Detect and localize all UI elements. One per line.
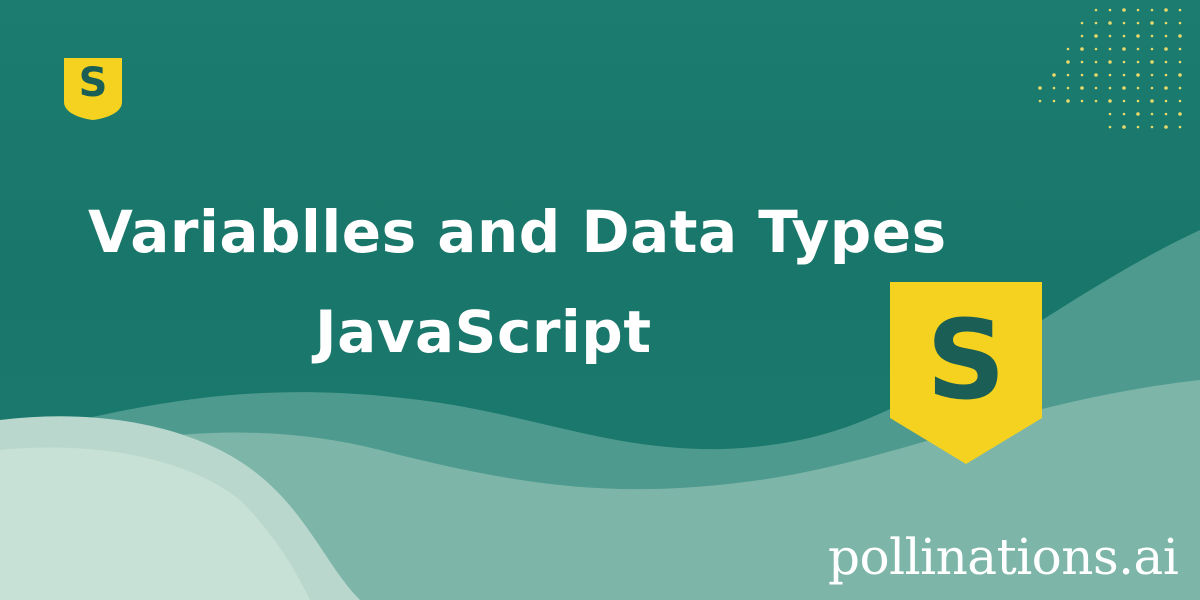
decor-dot bbox=[1108, 34, 1112, 38]
decor-dot bbox=[1122, 99, 1126, 103]
decor-dot bbox=[1122, 34, 1126, 38]
decor-dot bbox=[1164, 21, 1168, 25]
decor-dot bbox=[1066, 47, 1070, 51]
decor-dot bbox=[1178, 60, 1182, 64]
decor-dot bbox=[1122, 73, 1126, 77]
title-line-1: Variablles and Data Types bbox=[88, 198, 947, 266]
decor-dot bbox=[1108, 47, 1112, 51]
decor-dot bbox=[1122, 21, 1126, 25]
decor-dot bbox=[1080, 21, 1084, 25]
decor-dot bbox=[1178, 47, 1182, 51]
decor-dot bbox=[1108, 112, 1112, 116]
decor-dot bbox=[1136, 8, 1140, 12]
decor-dot bbox=[1136, 47, 1140, 51]
logo-small-letter: S bbox=[78, 60, 108, 106]
decor-dot bbox=[1080, 60, 1084, 64]
decor-dot bbox=[1052, 73, 1056, 77]
decor-dot bbox=[1066, 60, 1070, 64]
decor-dot bbox=[1108, 73, 1112, 77]
banner-canvas: S Variablles and Data Types JavaScript S… bbox=[0, 0, 1200, 600]
decor-dot bbox=[1122, 86, 1126, 90]
watermark-text: pollinations.ai bbox=[828, 528, 1179, 586]
decor-dot bbox=[1178, 34, 1182, 38]
decor-dot bbox=[1122, 125, 1126, 129]
decor-dot bbox=[1178, 112, 1182, 116]
decor-dot bbox=[1094, 47, 1098, 51]
decor-dot bbox=[1094, 34, 1098, 38]
decor-dot bbox=[1164, 73, 1168, 77]
decor-dot bbox=[1080, 47, 1084, 51]
decor-dot bbox=[1150, 60, 1154, 64]
decor-dot bbox=[1080, 86, 1084, 90]
decor-dot bbox=[1150, 99, 1154, 103]
decor-dot bbox=[1150, 47, 1154, 51]
decor-dot bbox=[1094, 8, 1098, 12]
decor-dot bbox=[1178, 73, 1182, 77]
js-logo-small: S bbox=[60, 52, 126, 122]
decor-dot bbox=[1178, 99, 1182, 103]
decor-dot bbox=[1066, 73, 1070, 77]
decor-dot bbox=[1108, 60, 1112, 64]
decor-dot bbox=[1150, 21, 1154, 25]
decor-dot bbox=[1122, 8, 1126, 12]
decor-dot bbox=[1164, 47, 1168, 51]
decor-dot bbox=[1094, 73, 1098, 77]
decor-dot bbox=[1094, 99, 1098, 103]
decor-dot bbox=[1150, 125, 1154, 129]
decor-dot bbox=[1122, 112, 1126, 116]
decor-dot bbox=[1038, 86, 1042, 90]
decor-dot bbox=[1094, 86, 1098, 90]
decor-dot bbox=[1066, 99, 1070, 103]
decor-dot bbox=[1136, 99, 1140, 103]
decor-dot bbox=[1178, 86, 1182, 90]
decor-dot bbox=[1164, 8, 1168, 12]
decor-dot bbox=[1080, 73, 1084, 77]
decor-dot bbox=[1178, 21, 1182, 25]
decor-dot bbox=[1080, 99, 1084, 103]
decor-dot bbox=[1150, 34, 1154, 38]
decor-dot bbox=[1108, 99, 1112, 103]
decor-dot bbox=[1066, 86, 1070, 90]
decor-dot bbox=[1094, 21, 1098, 25]
decor-dot bbox=[1164, 125, 1168, 129]
decor-dot bbox=[1052, 86, 1056, 90]
decor-dot bbox=[1136, 21, 1140, 25]
title-line-2: JavaScript bbox=[315, 298, 652, 366]
decor-dot bbox=[1122, 47, 1126, 51]
decor-dot bbox=[1164, 34, 1168, 38]
decor-dot bbox=[1150, 73, 1154, 77]
decor-dot bbox=[1178, 8, 1182, 12]
decor-dot bbox=[1136, 60, 1140, 64]
decor-dot bbox=[1136, 125, 1140, 129]
decor-dot bbox=[1136, 112, 1140, 116]
decor-dot bbox=[1150, 8, 1154, 12]
decor-dot bbox=[1094, 60, 1098, 64]
decor-dot bbox=[1136, 73, 1140, 77]
logo-large-letter: S bbox=[926, 296, 1006, 424]
decor-dot bbox=[1150, 86, 1154, 90]
decor-dot bbox=[1164, 86, 1168, 90]
decor-dot bbox=[1108, 8, 1112, 12]
decor-dot bbox=[1136, 86, 1140, 90]
decor-dot bbox=[1164, 112, 1168, 116]
decor-dot bbox=[1080, 34, 1084, 38]
decor-dot bbox=[1136, 34, 1140, 38]
js-logo-large: S bbox=[886, 278, 1046, 468]
decor-dot bbox=[1038, 99, 1042, 103]
decor-dot bbox=[1108, 21, 1112, 25]
decor-dot bbox=[1052, 99, 1056, 103]
decor-dot bbox=[1108, 125, 1112, 129]
decor-dot bbox=[1164, 99, 1168, 103]
decor-dot bbox=[1108, 86, 1112, 90]
decor-dot bbox=[1122, 60, 1126, 64]
decor-dot bbox=[1178, 125, 1182, 129]
decor-dot bbox=[1150, 112, 1154, 116]
decor-dot bbox=[1164, 60, 1168, 64]
